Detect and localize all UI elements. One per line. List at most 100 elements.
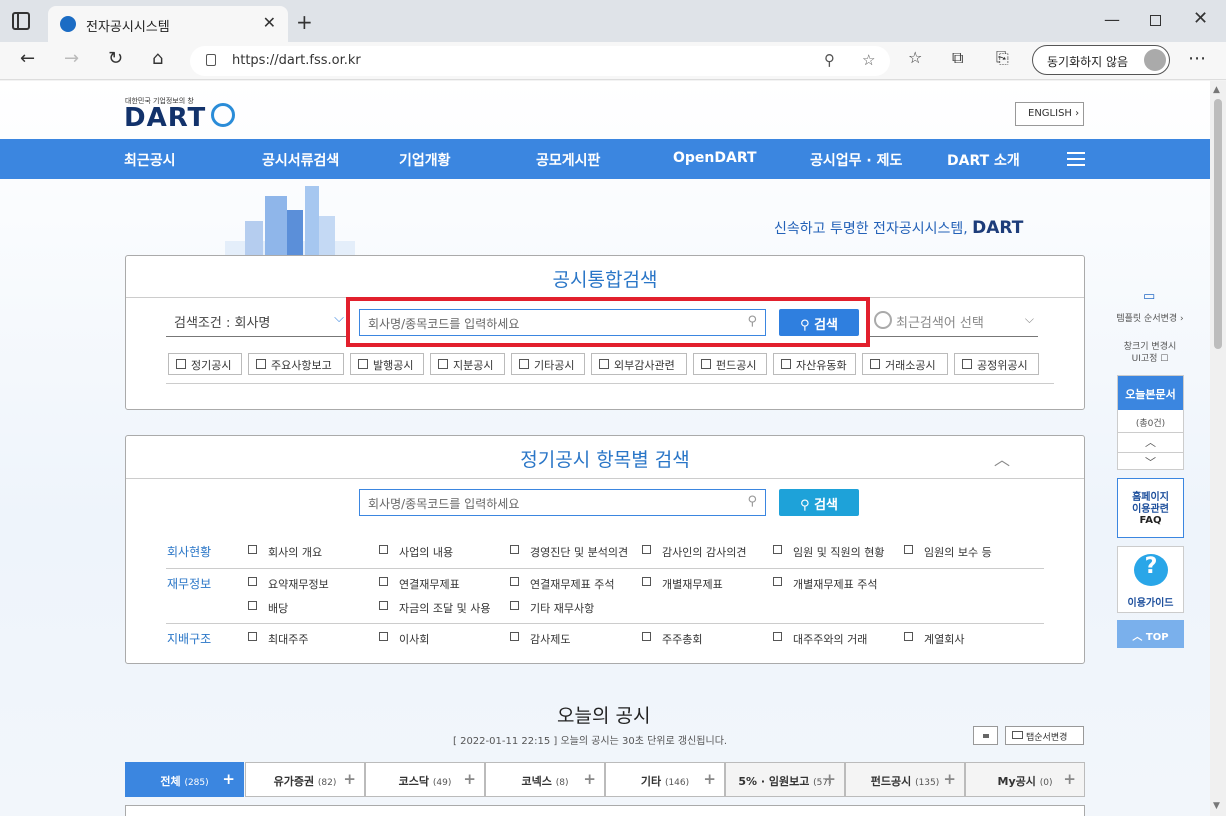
url-text: https://dart.fss.or.kr	[232, 53, 361, 68]
tab-all[interactable]: 전체 (285) +	[125, 762, 244, 797]
favorites-icon[interactable]: ☆	[908, 48, 922, 67]
template-order-link[interactable]: 템플릿 순서변경 ›	[1116, 311, 1184, 324]
scroll-down-icon[interactable]: ▼	[1213, 801, 1220, 811]
option-item[interactable]: 대주주와의 거래	[773, 631, 867, 647]
faq-card[interactable]: 홈페이지 이용관련 FAQ	[1117, 478, 1184, 538]
search-condition-select[interactable]: 검색조건 : 회사명 ⌵	[166, 307, 346, 337]
row-label-governance: 지배구조	[167, 632, 212, 646]
option-item[interactable]: 감사인의 감사의견	[642, 544, 746, 560]
scroll-thumb[interactable]	[1214, 99, 1222, 349]
chip-exchange[interactable]: 거래소공시	[862, 353, 948, 375]
maximize-icon[interactable]	[1150, 15, 1161, 26]
chip-other[interactable]: 기타공시	[511, 353, 585, 375]
menu-system[interactable]: 공시업무 · 제도	[810, 150, 902, 170]
option-item[interactable]: 최대주주	[248, 631, 308, 647]
share-icon[interactable]: ⎘	[996, 48, 1009, 68]
sync-label: 동기화하지 않음	[1047, 55, 1129, 69]
close-tab-icon[interactable]: ✕	[263, 13, 276, 32]
help-icon: ?	[1134, 554, 1168, 586]
option-item[interactable]: 개별재무제표 주석	[773, 576, 877, 592]
more-icon[interactable]: ⋯	[1188, 48, 1206, 69]
monitor-icon: ▭	[1143, 289, 1156, 304]
dart-favicon-icon	[60, 16, 76, 32]
menu-offering[interactable]: 공모게시판	[536, 150, 600, 170]
menu-recent[interactable]: 최근공시	[124, 150, 176, 170]
plus-icon: +	[1063, 770, 1076, 788]
search-button[interactable]: ⚲ 검색	[779, 309, 859, 336]
tab-fund[interactable]: 펀드공시 (135) +	[845, 762, 965, 797]
address-bar[interactable]: https://dart.fss.or.kr ⚲ ☆	[190, 46, 890, 76]
fix-ui-checkbox[interactable]: UI고정 ☐	[1116, 351, 1184, 364]
menu-company[interactable]: 기업개황	[399, 150, 451, 170]
chip-fund[interactable]: 펀드공시	[693, 353, 767, 375]
option-item[interactable]: 회사의 개요	[248, 544, 322, 560]
recent-keyword-select[interactable]: 최근검색어 선택 ⌵	[870, 307, 1038, 337]
chip-abs[interactable]: 자산유동화	[773, 353, 856, 375]
chevron-down-icon[interactable]: ﹀	[1118, 454, 1183, 470]
top-button[interactable]: ︿ TOP	[1117, 620, 1184, 648]
minimize-icon[interactable]: —	[1104, 10, 1120, 29]
option-item[interactable]: 기타 재무사항	[510, 600, 594, 616]
chip-issue[interactable]: 발행공시	[350, 353, 424, 375]
tab-kospi[interactable]: 유가증권 (82) +	[245, 762, 365, 797]
home-icon[interactable]: ⌂	[152, 48, 163, 69]
scroll-up-icon[interactable]: ▲	[1213, 85, 1220, 95]
window-close-icon[interactable]: ✕	[1193, 8, 1208, 29]
periodic-search-input[interactable]: 회사명/종목코드를 입력하세요 ⚲	[359, 489, 766, 516]
chip-equity[interactable]: 지분공시	[430, 353, 505, 375]
tab-actions-icon[interactable]	[12, 12, 30, 30]
new-tab-icon[interactable]: +	[296, 10, 313, 34]
option-item[interactable]: 감사제도	[510, 631, 570, 647]
buildings-illustration-icon	[225, 186, 355, 256]
periodic-search-title: 정기공시 항목별 검색	[520, 449, 690, 471]
chip-major[interactable]: 주요사항보고	[248, 353, 344, 375]
option-item[interactable]: 임원 및 직원의 현황	[773, 544, 884, 560]
option-item[interactable]: 연결재무제표	[379, 576, 460, 592]
option-item[interactable]: 사업의 내용	[379, 544, 453, 560]
view-toggle-button[interactable]	[973, 726, 998, 745]
zoom-icon[interactable]: ⚲	[824, 51, 835, 69]
chevron-up-icon[interactable]: ︿	[994, 446, 1010, 470]
sync-button[interactable]: 동기화하지 않음	[1032, 45, 1170, 75]
option-item[interactable]: 주주총회	[642, 631, 702, 647]
chip-periodic[interactable]: 정기공시	[168, 353, 242, 375]
dart-logo[interactable]: DART	[124, 103, 206, 133]
browser-tab[interactable]: 전자공시시스템 ✕	[48, 6, 288, 42]
company-search-input[interactable]: 회사명/종목코드를 입력하세요 ⚲	[359, 309, 766, 336]
tab-konex[interactable]: 코넥스 (8) +	[485, 762, 605, 797]
option-item[interactable]: 배당	[248, 600, 288, 616]
menu-opendart[interactable]: OpenDART	[673, 150, 757, 166]
back-icon[interactable]: ←	[20, 48, 35, 69]
option-item[interactable]: 계열회사	[904, 631, 964, 647]
menu-doc-search[interactable]: 공시서류검색	[262, 150, 339, 170]
chevron-up-icon[interactable]: ︿	[1118, 434, 1183, 450]
scrollbar[interactable]: ▲ ▼	[1210, 81, 1226, 816]
tab-my[interactable]: My공시 (0) +	[965, 762, 1085, 797]
forward-icon[interactable]: →	[64, 48, 79, 69]
option-item[interactable]: 경영진단 및 분석의견	[510, 544, 628, 560]
tab-five-percent[interactable]: 5% · 임원보고 (57) +	[725, 762, 845, 797]
collections-icon[interactable]: ⧉	[952, 48, 963, 68]
tab-kosdaq[interactable]: 코스닥 (49) +	[365, 762, 485, 797]
option-item[interactable]: 이사회	[379, 631, 429, 647]
option-item[interactable]: 자금의 조달 및 사용	[379, 600, 490, 616]
chip-audit[interactable]: 외부감사관련	[591, 353, 687, 375]
tab-title: 전자공시시스템	[86, 20, 170, 35]
tab-order-button[interactable]: 탭순서변경	[1005, 726, 1084, 745]
option-item[interactable]: 요약재무정보	[248, 576, 329, 592]
plus-icon: +	[703, 770, 716, 788]
option-item[interactable]: 임원의 보수 등	[904, 544, 992, 560]
hamburger-menu-icon[interactable]	[1067, 152, 1085, 166]
today-disclosure-subtitle: [ 2022-01-11 22:15 ] 오늘의 공시는 30초 단위로 갱신됩…	[453, 736, 728, 747]
option-item[interactable]: 개별재무제표	[642, 576, 723, 592]
periodic-search-button[interactable]: ⚲ 검색	[779, 489, 859, 516]
english-button[interactable]: ENGLISH ›	[1015, 102, 1084, 126]
refresh-icon[interactable]: ↻	[108, 48, 123, 69]
option-item[interactable]: 연결재무제표 주석	[510, 576, 614, 592]
guide-card[interactable]: ? 이용가이드	[1117, 546, 1184, 613]
slogan: 신속하고 투명한 전자공시시스템, DART	[774, 218, 1024, 238]
tab-etc[interactable]: 기타 (146) +	[605, 762, 725, 797]
favorite-add-icon[interactable]: ☆	[862, 51, 875, 69]
chip-ftc[interactable]: 공정위공시	[954, 353, 1039, 375]
menu-about[interactable]: DART 소개	[947, 150, 1020, 170]
